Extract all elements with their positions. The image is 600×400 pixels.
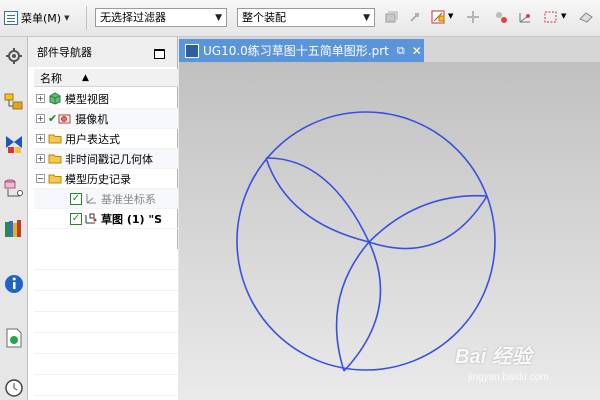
expand-icon[interactable]: + xyxy=(36,134,45,143)
tree-item-datum-csys[interactable]: ✓ 基准坐标系 xyxy=(34,189,178,209)
petal-arc-bottom-b[interactable] xyxy=(343,241,382,372)
tree-item-label: 基准坐标系 xyxy=(101,192,156,206)
part-navigator-panel: 部件导航器 名称 ▲ + 模型视图 + ✔ 摄像机 + 用户表达式 + 非时间戳… xyxy=(28,37,178,400)
eraser-icon[interactable] xyxy=(578,9,594,25)
menu-icon xyxy=(4,11,18,25)
tree-item-label: 非时间戳记几何体 xyxy=(65,152,153,166)
chevron-down-icon: ▼ xyxy=(363,13,370,23)
sort-ascending-icon: ▲ xyxy=(82,72,89,83)
tree-item-label: 模型视图 xyxy=(65,92,109,106)
chevron-down-icon[interactable]: ▼ xyxy=(561,12,566,20)
chevron-down-icon: ▼ xyxy=(215,13,222,23)
csys-icon[interactable] xyxy=(517,9,533,25)
tree-item-sketch[interactable]: ✓ 草图 (1) "S xyxy=(34,209,178,229)
tree-item-cameras[interactable]: + ✔ 摄像机 xyxy=(34,109,178,129)
petal-arc-upper-left-a[interactable] xyxy=(265,157,370,243)
name-column-label: 名称 xyxy=(40,71,62,85)
checkbox[interactable]: ✓ xyxy=(70,192,82,205)
menu-button[interactable]: 菜单(M) ▼ xyxy=(4,9,69,27)
maximize-icon[interactable] xyxy=(154,49,165,59)
settings-gear-icon[interactable] xyxy=(3,45,25,67)
document-tab[interactable]: UG10.0练习草图十五简单图形.prt ⧉ ✕ xyxy=(179,39,424,62)
document-options-icon[interactable]: ⧉ xyxy=(397,44,405,58)
resource-bar xyxy=(0,37,28,400)
tree-item-label: 草图 (1) "S xyxy=(101,212,163,226)
assembly-scope-dropdown[interactable]: 整个装配 ▼ xyxy=(237,8,375,27)
watermark-brand: Bai 经验 xyxy=(455,346,532,368)
assembly-scope-value: 整个装配 xyxy=(242,11,286,24)
history-clock-icon[interactable] xyxy=(3,377,25,399)
sketch-canvas[interactable] xyxy=(179,62,600,400)
folder-icon xyxy=(48,134,62,144)
reuse-library-icon[interactable] xyxy=(3,217,25,239)
expand-icon[interactable]: + xyxy=(36,94,45,103)
chevron-down-icon[interactable]: ▼ xyxy=(448,12,453,20)
assembly-navigator-icon[interactable] xyxy=(3,91,25,113)
sketch-icon xyxy=(85,213,97,224)
tree-item-user-expressions[interactable]: + 用户表达式 xyxy=(34,129,178,149)
document-tab-title: UG10.0练习草图十五简单图形.prt xyxy=(203,44,389,58)
camera-icon xyxy=(58,114,71,124)
checkbox[interactable]: ✓ xyxy=(70,212,82,225)
tree-item-unused-items[interactable]: + 非时间戳记几何体 xyxy=(34,149,178,169)
chevron-down-icon: ▼ xyxy=(64,14,70,22)
constraint-navigator-icon[interactable] xyxy=(3,133,25,155)
web-browser-icon[interactable] xyxy=(3,327,25,349)
datum-csys-icon xyxy=(86,194,96,204)
collapse-icon[interactable]: − xyxy=(36,174,45,183)
checkmark-icon: ✔ xyxy=(48,112,58,125)
show-hide-icon[interactable] xyxy=(493,9,509,25)
move-icon[interactable] xyxy=(407,9,423,25)
name-column-header[interactable]: 名称 ▲ xyxy=(34,69,178,87)
part-navigator-title: 部件导航器 xyxy=(37,46,92,59)
toolbar-divider xyxy=(86,6,87,30)
tree-item-label: 用户表达式 xyxy=(65,132,120,146)
petal-arc-bottom-a[interactable] xyxy=(335,241,370,372)
tree-item-label: 摄像机 xyxy=(75,112,109,126)
navigator-empty-area xyxy=(34,249,178,400)
folder-open-icon xyxy=(48,174,62,184)
expand-icon[interactable]: + xyxy=(36,114,45,123)
petal-arc-upper-left-b[interactable] xyxy=(265,157,370,243)
part-file-icon xyxy=(185,43,199,58)
watermark-url: jingyan.baidu.com xyxy=(468,372,549,383)
part-navigator-icon[interactable] xyxy=(3,177,25,199)
tree-item-model-views[interactable]: + 模型视图 xyxy=(34,89,178,109)
selection-filter-dropdown[interactable]: 无选择过滤器 ▼ xyxy=(95,8,227,27)
top-toolbar: 菜单(M) ▼ 无选择过滤器 ▼ 整个装配 ▼ ▼ ▼ xyxy=(0,0,600,37)
tree-item-label: 模型历史记录 xyxy=(65,172,131,186)
selection-filter-value: 无选择过滤器 xyxy=(100,11,166,24)
tree-item-model-history[interactable]: − 模型历史记录 xyxy=(34,169,178,189)
expand-icon[interactable]: + xyxy=(36,154,45,163)
navigator-tree: + 模型视图 + ✔ 摄像机 + 用户表达式 + 非时间戳记几何体 − 模型历史… xyxy=(34,89,178,229)
info-icon[interactable] xyxy=(3,273,25,295)
graphics-window: UG10.0练习草图十五简单图形.prt ⧉ ✕ xyxy=(179,37,600,400)
close-icon[interactable]: ✕ xyxy=(412,44,422,58)
folder-icon xyxy=(48,154,62,164)
point-icon[interactable] xyxy=(465,9,481,25)
snap-point-icon[interactable] xyxy=(430,9,446,25)
menu-label: 菜单(M) xyxy=(21,12,62,25)
selection-box-icon[interactable] xyxy=(543,9,559,25)
document-tab-strip: UG10.0练习草图十五简单图形.prt ⧉ ✕ xyxy=(179,37,600,62)
select-component-icon[interactable] xyxy=(383,9,399,25)
model-views-icon xyxy=(49,92,61,105)
part-navigator-header: 部件导航器 xyxy=(28,37,177,67)
